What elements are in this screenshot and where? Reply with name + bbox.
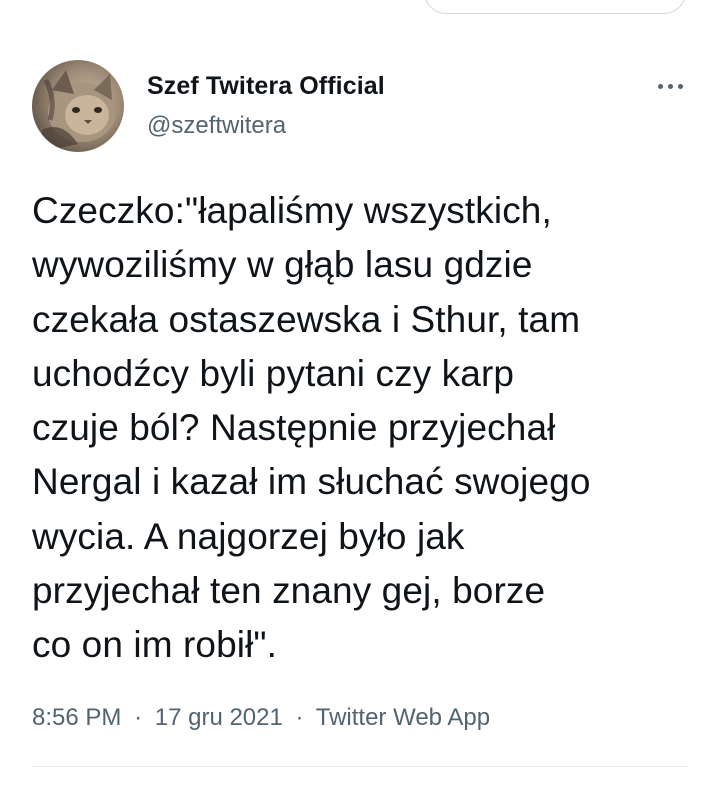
- tweet-date[interactable]: 17 gru 2021: [155, 704, 283, 731]
- meta-separator: ·: [295, 704, 304, 731]
- author-display-name[interactable]: Szef Twitera Official: [147, 70, 385, 102]
- more-dot: [677, 83, 683, 89]
- more-dot: [657, 83, 663, 89]
- author-handle[interactable]: @szeftwitera: [147, 110, 385, 142]
- tweet: Szef Twitera Official @szeftwitera Czecz…: [0, 0, 720, 810]
- tweet-metadata: 8:56 PM · 17 gru 2021 · Twitter Web App: [32, 700, 490, 736]
- cat-avatar-icon[interactable]: [32, 60, 124, 152]
- divider: [32, 766, 688, 767]
- tweet-author[interactable]: Szef Twitera Official @szeftwitera: [147, 70, 385, 142]
- tweet-text: Czeczko:"łapaliśmy wszystkich, wywoziliś…: [32, 190, 591, 666]
- meta-separator: ·: [134, 704, 143, 731]
- tweet-time[interactable]: 8:56 PM: [32, 704, 121, 731]
- tweet-client[interactable]: Twitter Web App: [316, 704, 490, 731]
- more-dot: [667, 83, 673, 89]
- more-horizontal-icon[interactable]: [652, 72, 688, 100]
